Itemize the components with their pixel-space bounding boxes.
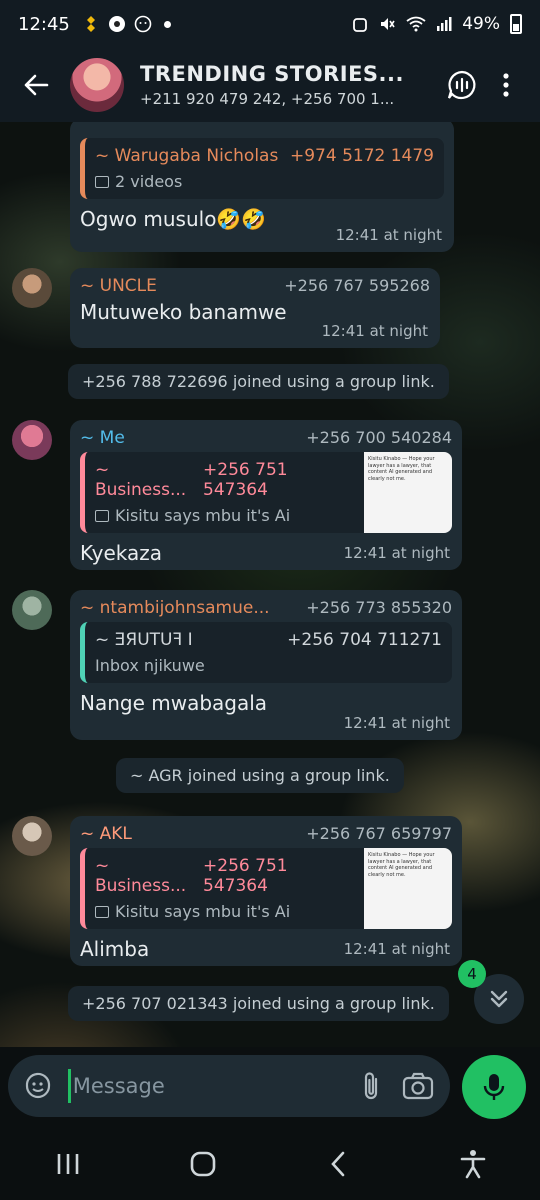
microphone-icon xyxy=(483,1074,505,1100)
football-icon xyxy=(108,16,125,32)
sender-phone: +256 767 659797 xyxy=(306,824,452,843)
message-bubble[interactable]: ~ UNCLE +256 767 595268 Mutuweko banamwe… xyxy=(70,268,440,348)
quoted-phone: +256 704 711271 xyxy=(287,630,442,650)
message-time: 12:41 at night xyxy=(343,544,450,562)
system-notice: ~ AGR joined using a group link. xyxy=(116,758,404,793)
quoted-text: Kisitu says mbu it's Ai xyxy=(115,902,291,921)
sender-name[interactable]: ~ UNCLE xyxy=(80,276,157,296)
sender-name[interactable]: ~ ntambijohnsamue... xyxy=(80,598,270,618)
quoted-sender: ~ Warugaba Nicholas xyxy=(95,146,279,166)
text-cursor xyxy=(68,1069,71,1103)
group-participants: +211 920 479 242, +256 700 1... xyxy=(140,90,395,108)
quoted-sender: ~ ƎЯUTUꟻ I xyxy=(95,630,193,650)
quoted-message[interactable]: ~ Business... +256 751 547364 Kisitu say… xyxy=(80,848,452,929)
more-notifications-dot xyxy=(163,20,171,28)
face-icon xyxy=(134,15,152,33)
quoted-text: Kisitu says mbu it's Ai xyxy=(115,506,291,525)
back-button[interactable] xyxy=(12,61,60,109)
status-bar: 12:45 49% xyxy=(0,0,540,48)
thumbnail-text: Kisitu Kinabo — Hope your lawyer has a l… xyxy=(368,852,435,878)
message-text: Nange mwabagala xyxy=(80,691,268,715)
signal-icon xyxy=(437,17,452,31)
composer-pill xyxy=(8,1055,450,1117)
message-time: 12:41 at night xyxy=(343,714,450,732)
home-icon xyxy=(190,1151,215,1176)
battery-percent: 49% xyxy=(462,14,500,34)
sender-phone: +256 773 855320 xyxy=(306,598,452,617)
quoted-phone: +256 751 547364 xyxy=(203,856,288,896)
chevron-double-down-icon xyxy=(490,990,508,1008)
status-time: 12:45 xyxy=(18,13,70,35)
quoted-phone: +974 5172 1479 xyxy=(289,146,434,166)
sticker-icon xyxy=(25,1072,51,1099)
quoted-sender: ~ Business... xyxy=(95,856,187,896)
voice-record-button[interactable] xyxy=(462,1055,526,1119)
message-time: 12:41 at night xyxy=(343,940,450,958)
quoted-text: Inbox njikuwe xyxy=(95,656,205,675)
recents-button[interactable] xyxy=(38,1139,98,1189)
sender-name[interactable]: ~ Me xyxy=(80,428,125,448)
sender-phone: +256 700 540284 xyxy=(306,428,452,447)
avatar[interactable] xyxy=(12,268,52,308)
message-text: Mutuweko banamwe xyxy=(80,300,287,324)
notification-icons xyxy=(82,15,171,33)
quoted-message[interactable]: ~ Warugaba Nicholas +974 5172 1479 2 vid… xyxy=(80,138,444,199)
group-title: TRENDING STORIES... xyxy=(140,62,404,86)
attach-button[interactable] xyxy=(353,1066,389,1106)
arrow-left-icon xyxy=(24,74,49,96)
chevron-left-icon xyxy=(330,1151,344,1176)
message-time: 12:41 at night xyxy=(321,322,428,340)
message-bubble[interactable]: ~ AKL +256 767 659797 ~ Business... +256… xyxy=(70,816,462,966)
home-button[interactable] xyxy=(173,1139,233,1189)
quoted-text: 2 videos xyxy=(115,172,183,191)
quoted-message[interactable]: ~ Business... +256 751 547364 Kisitu say… xyxy=(80,452,452,533)
wifi-icon xyxy=(406,16,426,32)
accessibility-icon xyxy=(460,1149,485,1178)
voice-chat-icon xyxy=(447,70,476,100)
avatar[interactable] xyxy=(12,420,52,460)
mute-icon xyxy=(381,18,395,30)
avatar[interactable] xyxy=(12,816,52,856)
quoted-sender: ~ Business... xyxy=(95,460,187,500)
image-icon xyxy=(95,905,109,918)
group-info[interactable]: TRENDING STORIES... +211 920 479 242, +2… xyxy=(140,62,440,108)
system-notice: +256 788 722696 joined using a group lin… xyxy=(68,364,449,399)
media-icon xyxy=(95,175,109,188)
battery-icon xyxy=(510,14,522,34)
quoted-image-thumbnail: Kisitu Kinabo — Hope your lawyer has a l… xyxy=(364,848,452,929)
sender-name[interactable]: ~ AKL xyxy=(80,824,132,844)
system-navigation-bar xyxy=(0,1127,540,1200)
message-time: 12:41 at night xyxy=(335,226,442,244)
sender-phone: +256 767 595268 xyxy=(284,276,430,295)
composer-bar xyxy=(0,1047,540,1127)
voice-chat-button[interactable] xyxy=(440,63,484,107)
emoji-button[interactable] xyxy=(22,1068,54,1104)
message-bubble[interactable]: ~ ntambijohnsamue... +256 773 855320 ~ Ǝ… xyxy=(70,590,462,740)
quoted-image-thumbnail: Kisitu Kinabo — Hope your lawyer has a l… xyxy=(364,452,452,533)
image-icon xyxy=(95,509,109,522)
message-list[interactable]: ~ Warugaba Nicholas +974 5172 1479 2 vid… xyxy=(0,122,540,1047)
accessibility-button[interactable] xyxy=(443,1139,503,1189)
recents-icon xyxy=(57,1153,78,1174)
quoted-phone: +256 751 547364 xyxy=(203,460,288,500)
paperclip-icon xyxy=(364,1072,377,1100)
chat-header: TRENDING STORIES... +211 920 479 242, +2… xyxy=(0,48,540,122)
message-input[interactable] xyxy=(72,1074,341,1098)
message-bubble[interactable]: ~ Me +256 700 540284 ~ Business... +256 … xyxy=(70,420,462,570)
thumbnail-text: Kisitu Kinabo — Hope your lawyer has a l… xyxy=(368,456,435,482)
more-vertical-icon xyxy=(503,73,509,97)
camera-button[interactable] xyxy=(400,1066,436,1106)
system-icons: 49% xyxy=(352,14,522,34)
quoted-message[interactable]: ~ ƎЯUTUꟻ I +256 704 711271 Inbox njikuwe xyxy=(80,622,452,683)
unread-count-badge: 4 xyxy=(458,960,486,988)
camera-icon xyxy=(403,1072,434,1100)
group-avatar[interactable] xyxy=(70,58,124,112)
message-bubble[interactable]: ~ Warugaba Nicholas +974 5172 1479 2 vid… xyxy=(70,122,454,252)
back-nav-button[interactable] xyxy=(308,1139,368,1189)
more-options-button[interactable] xyxy=(484,63,528,107)
alarm-icon xyxy=(353,18,368,32)
binance-icon xyxy=(86,16,95,32)
avatar[interactable] xyxy=(12,590,52,630)
system-notice: +256 707 021343 joined using a group lin… xyxy=(68,986,449,1021)
